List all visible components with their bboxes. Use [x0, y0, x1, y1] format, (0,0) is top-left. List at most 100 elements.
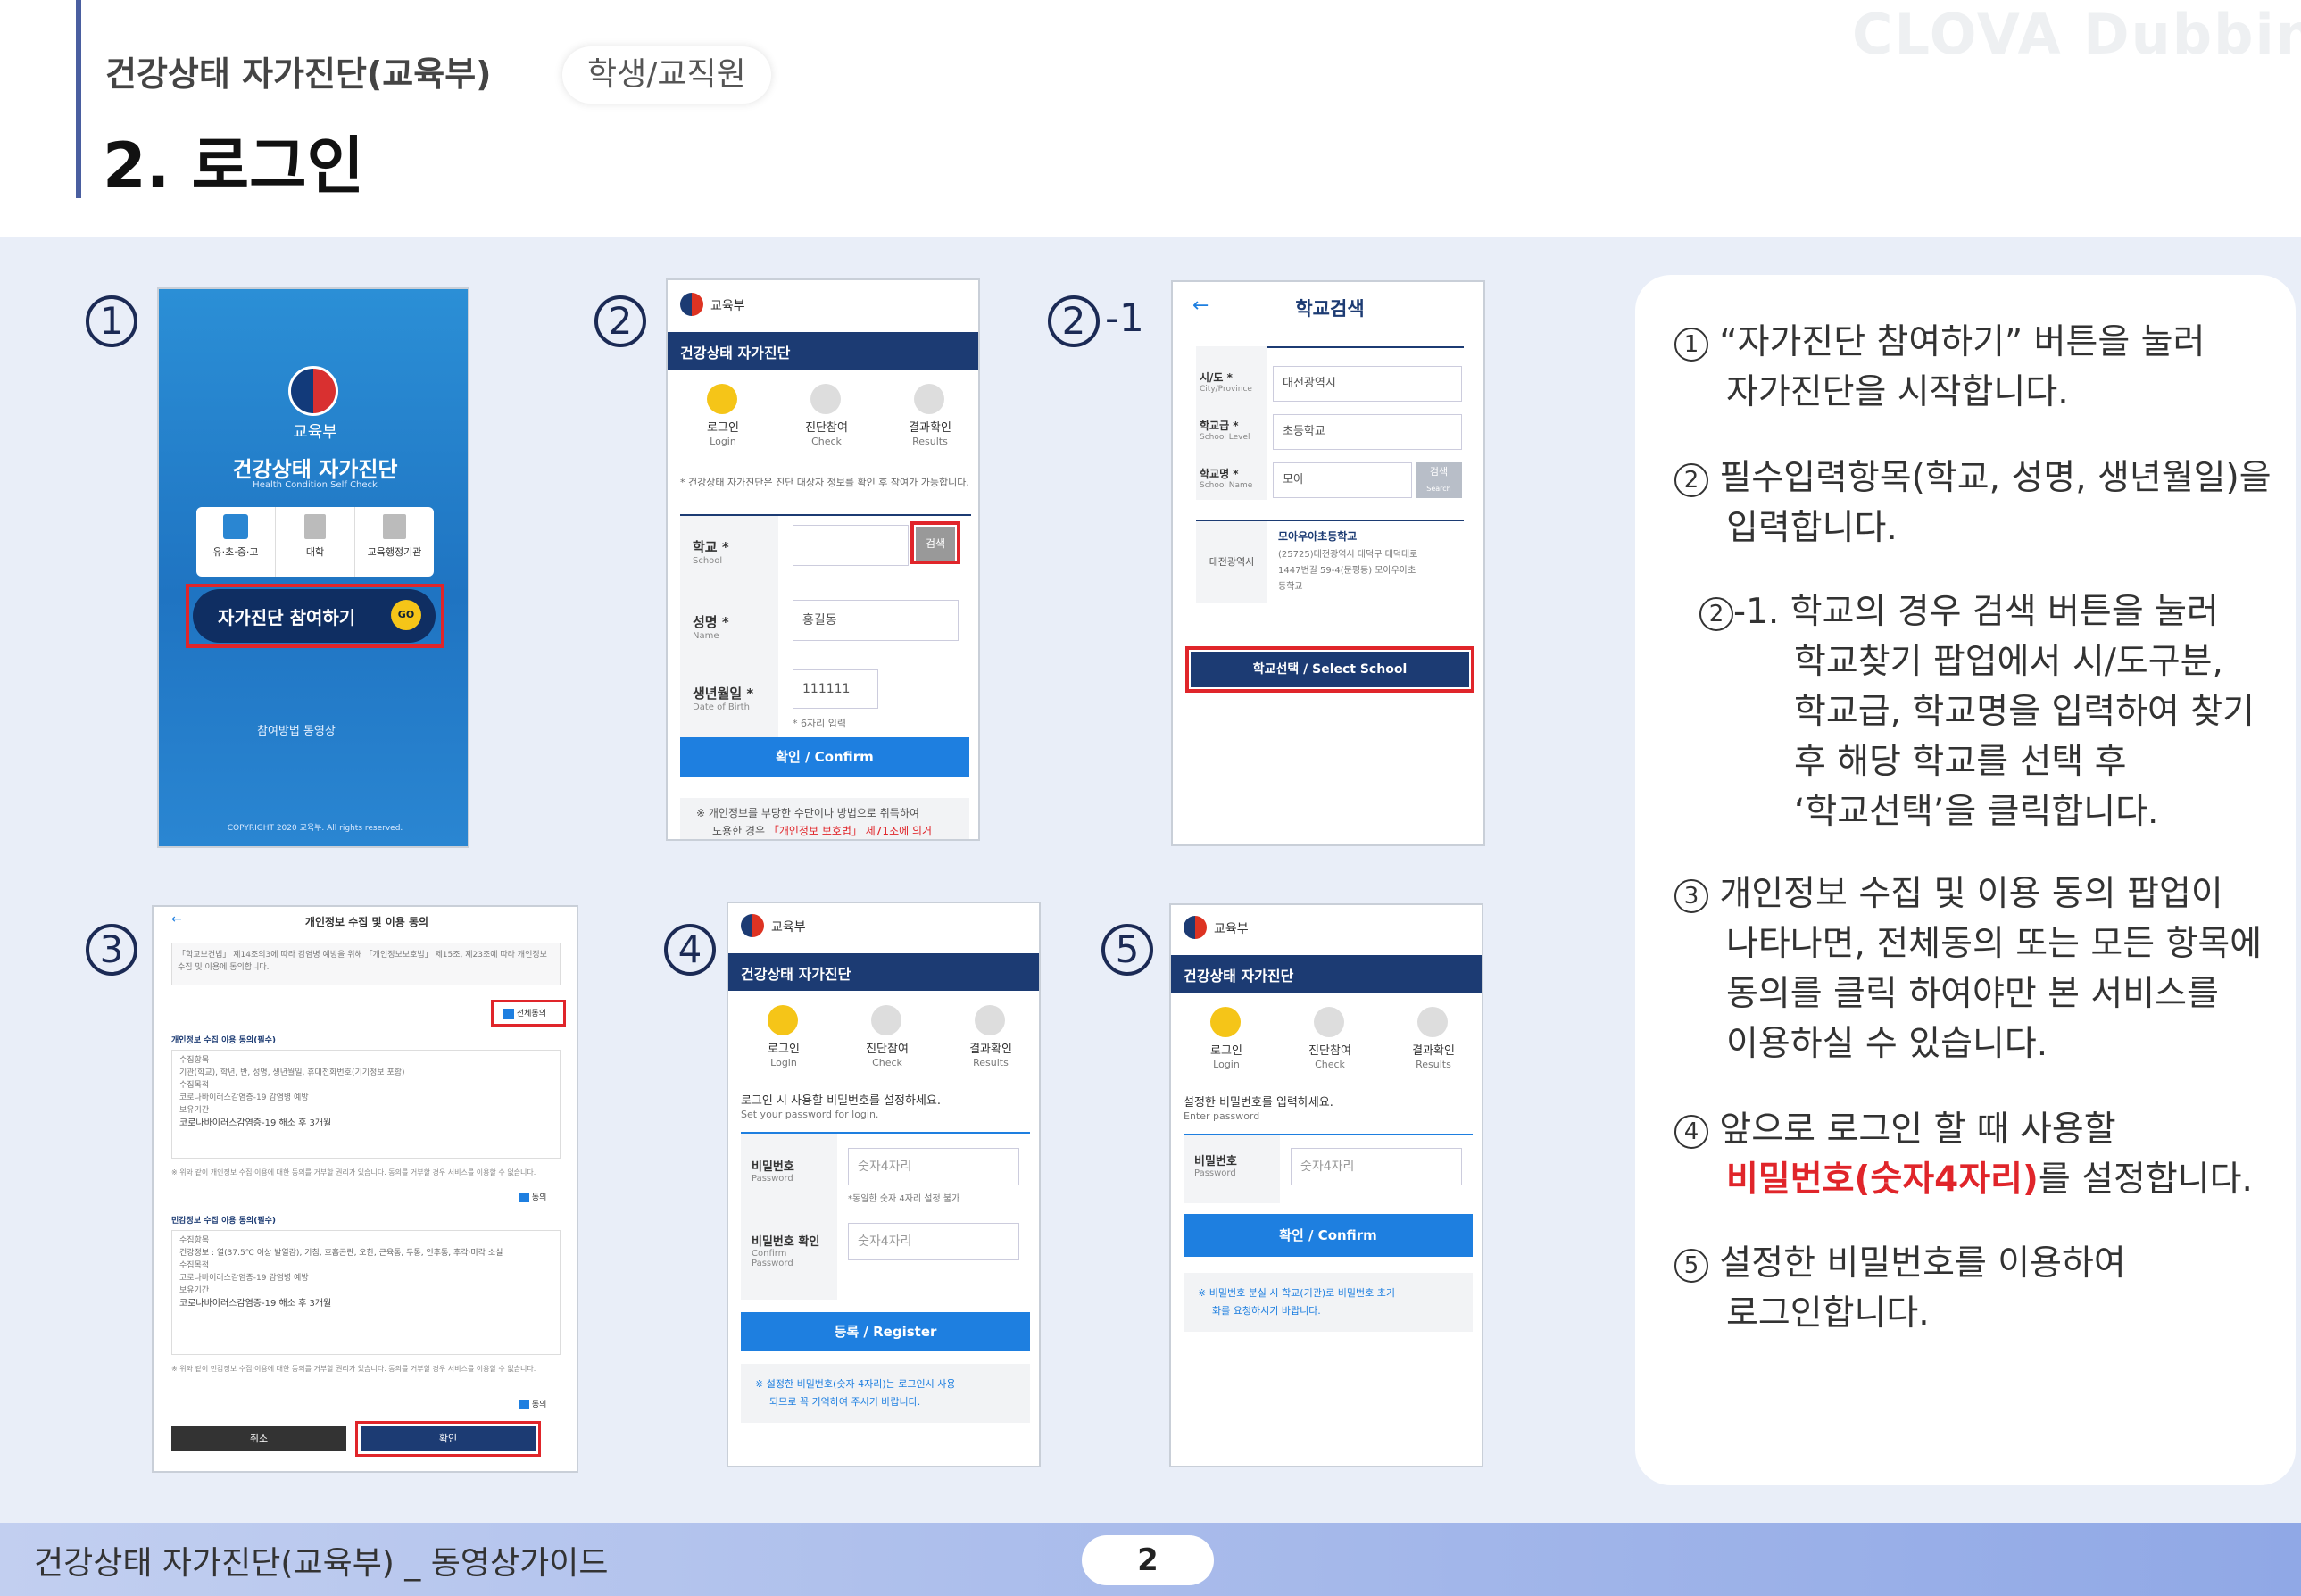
app-title-bar: 건강상태 자가진단 — [668, 332, 978, 370]
screenshot-set-password: 교육부 건강상태 자가진단 로그인 Login 진단참여 Check 결과확인 Res… — [727, 902, 1041, 1467]
tab-education-office[interactable]: 교육행정기관 — [355, 507, 434, 577]
org-name: 교육부 — [1214, 922, 1249, 936]
step-3-number: 3 — [86, 910, 137, 976]
sensitive-info-note: ※ 위와 같이 민감정보 수집·이용에 대한 동의를 거부할 권리가 있습니다.… — [171, 1365, 536, 1373]
password-note: ※ 설정한 비밀번호(숫자 4자리)는 로그인시 사용 되므로 꼭 기억하여 주… — [741, 1364, 1030, 1423]
step-2-1-number: 2 -1 — [1048, 282, 1144, 347]
step-check-label: 진단참여 Check — [805, 421, 848, 447]
step-results-label: 결과확인 Results — [1412, 1044, 1455, 1070]
dob-input[interactable]: 111111 — [793, 669, 878, 709]
school-type-tabs: 유·초·중·고 대학 교육행정기관 — [196, 507, 434, 577]
instruction-4: 4 앞으로 로그인 할 때 사용할 비밀번호(숫자4자리)를 설정합니다. — [1674, 1105, 2253, 1205]
popup-title: 개인정보 수집 및 이용 동의 — [304, 916, 429, 928]
footer-title: 건강상태 자가진단(교육부) _ 동영상가이드 — [34, 1545, 609, 1582]
school-icon — [223, 514, 248, 539]
number-2-icon: 2 — [1699, 596, 1733, 631]
dob-hint: * 6자리 입력 — [793, 718, 846, 729]
copyright: COPYRIGHT 2020 교육부. All rights reserved. — [227, 824, 403, 833]
result-school-name: 모아우아초등학교 — [1278, 530, 1358, 543]
ministry-logo — [680, 293, 703, 316]
popup-title: 학교검색 — [1295, 298, 1365, 320]
search-button[interactable]: 검색 Search — [1416, 462, 1462, 498]
confirm-button[interactable]: 확인 / Confirm — [1184, 1214, 1473, 1257]
tab-k12[interactable]: 유·초·중·고 — [196, 507, 276, 577]
highlight-agree-all — [491, 1000, 566, 1027]
cancel-button[interactable]: 취소 — [171, 1426, 346, 1451]
password-note: ※ 비밀번호 분실 시 학교(기관)로 비밀번호 초기 화를 요청하시기 바랍니… — [1184, 1273, 1473, 1332]
org-name: 교육부 — [710, 299, 745, 313]
step-2-number: 2 — [594, 282, 646, 347]
result-address-2: 1447번길 59-4(문평동) 모아우아초 — [1278, 566, 1416, 576]
register-button[interactable]: 등록 / Register — [741, 1312, 1030, 1351]
page-number: 2 — [1082, 1535, 1214, 1585]
school-label: 학교 * School — [693, 539, 729, 566]
password-label: 비밀번호 Password — [1194, 1155, 1237, 1178]
name-label: 성명 * Name — [693, 614, 729, 641]
sensitive-info-section-title: 민감정보 수집 이용 동의(필수) — [171, 1217, 276, 1226]
login-step-icon — [1210, 1007, 1241, 1037]
step-check-label: 진단참여 Check — [1308, 1044, 1351, 1070]
slide-title: 건강상태 자가진단(교육부) — [105, 54, 492, 94]
sensitive-info-box: 수집항목 건강정보 : 열(37.5℃ 이상 발열감), 기침, 호흡곤란, 오… — [171, 1230, 561, 1355]
password-highlight: 비밀번호(숫자4자리) — [1726, 1160, 2039, 1200]
tab-university[interactable]: 대학 — [276, 507, 355, 577]
ministry-logo — [288, 366, 338, 416]
results-step-icon — [1417, 1007, 1448, 1037]
number-5-icon: 5 — [1674, 1248, 1708, 1283]
password-hint: *동일한 숫자 4자리 설정 불가 — [848, 1194, 960, 1204]
search-result-row[interactable]: 대전광역시 모아우아초등학교 (25725)대전광역시 대덕구 대덕대로 144… — [1196, 520, 1464, 603]
results-step-icon — [914, 384, 944, 414]
result-address-3: 등학교 — [1278, 582, 1303, 592]
how-to-video-link[interactable]: 참여방법 동영상 — [257, 721, 336, 738]
agree-sensitive-checkbox[interactable]: 동의 — [519, 1398, 546, 1409]
step-login-label: 로그인 Login — [768, 1043, 800, 1068]
dob-label: 생년월일 * Date of Birth — [693, 686, 754, 712]
consent-intro: 「학교보건법」 제14조의3에 따라 감염병 예방을 위해 「개인정보보호법」 … — [171, 943, 561, 985]
level-label: 학교급 * School Level — [1200, 420, 1250, 442]
password-form: 비밀번호 Password 숫자4자리 — [1184, 1134, 1473, 1203]
confirm-password-label: 비밀번호 확인 Confirm Password — [752, 1235, 820, 1268]
level-select[interactable]: 초등학교 — [1273, 414, 1462, 450]
agree-personal-checkbox[interactable]: 동의 — [519, 1191, 546, 1202]
school-name-input[interactable]: 모아 — [1273, 462, 1412, 498]
audience-badge: 학생/교직원 — [562, 46, 771, 104]
password-label: 비밀번호 Password — [752, 1160, 794, 1184]
app-title: 건강상태 자가진단 — [232, 457, 398, 482]
step-1-number: 1 — [86, 282, 137, 347]
step-login-label: 로그인 Login — [707, 421, 739, 447]
app-title-bar: 건강상태 자가진단 — [1171, 955, 1482, 993]
notice-text: * 건강상태 자가진단은 진단 대상자 정보를 확인 후 참여가 가능합니다. — [680, 477, 969, 488]
password-input[interactable]: 숫자4자리 — [1291, 1148, 1462, 1185]
name-input[interactable]: 홍길동 — [793, 600, 959, 641]
instruction-2-1: 2 -1. 학교의 경우 검색 버튼을 눌러 학교찾기 팝업에서 시/도구분, 학… — [1699, 587, 2255, 837]
step-results-label: 결과확인 Results — [909, 421, 951, 447]
screenshot-login-form: 교육부 건강상태 자가진단 로그인 Login 진단참여 Check 결과확인 Res… — [666, 278, 980, 841]
result-address-1: (25725)대전광역시 대덕구 대덕대로 — [1278, 550, 1418, 560]
step-5-number: 5 — [1101, 910, 1153, 976]
slide-header: 건강상태 자가진단(교육부) 학생/교직원 2. 로그인 CLOVA Dubbi… — [0, 0, 2301, 237]
privacy-warning: ※ 개인정보를 부당한 수단이나 방법으로 취득하여 도용한 경우 「개인정보 … — [680, 798, 969, 839]
app-title-bar: 건강상태 자가진단 — [728, 953, 1039, 991]
school-input[interactable] — [793, 525, 909, 566]
confirm-password-input[interactable]: 숫자4자리 — [848, 1223, 1019, 1260]
number-1-icon: 1 — [1674, 327, 1708, 362]
login-step-icon — [768, 1005, 798, 1035]
app-subtitle: Health Condition Self Check — [253, 480, 378, 490]
password-input[interactable]: 숫자4자리 — [848, 1148, 1019, 1185]
step-login-label: 로그인 Login — [1210, 1044, 1242, 1070]
header-accent-bar — [76, 0, 81, 198]
instruction-1: 1 “자가진단 참여하기” 버튼을 눌러 자가진단을 시작합니다. — [1674, 318, 2205, 418]
city-select[interactable]: 대전광역시 — [1273, 366, 1462, 402]
screenshot-privacy-consent: ← 개인정보 수집 및 이용 동의 「학교보건법」 제14조의3에 따라 감염병… — [152, 905, 578, 1473]
number-3-icon: 3 — [1674, 878, 1708, 913]
school-name-label: 학교명 * School Name — [1200, 468, 1253, 490]
instruction-5: 5 설정한 비밀번호를 이용하여 로그인합니다. — [1674, 1239, 2126, 1339]
building-icon — [304, 514, 326, 539]
password-note-line-2: 되므로 꼭 기억하여 주시기 바랍니다. — [769, 1396, 921, 1408]
instruction-text: 로그인 시 사용할 비밀번호를 설정하세요. — [741, 1094, 941, 1108]
step-results-label: 결과확인 Results — [969, 1043, 1012, 1068]
step-check-label: 진단참여 Check — [866, 1043, 909, 1068]
step-4-number: 4 — [664, 910, 716, 976]
confirm-button[interactable]: 확인 / Confirm — [680, 737, 969, 777]
instruction-3: 3 개인정보 수집 및 이용 동의 팝업이 나타나면, 전체동의 또는 모든 항… — [1674, 869, 2262, 1069]
